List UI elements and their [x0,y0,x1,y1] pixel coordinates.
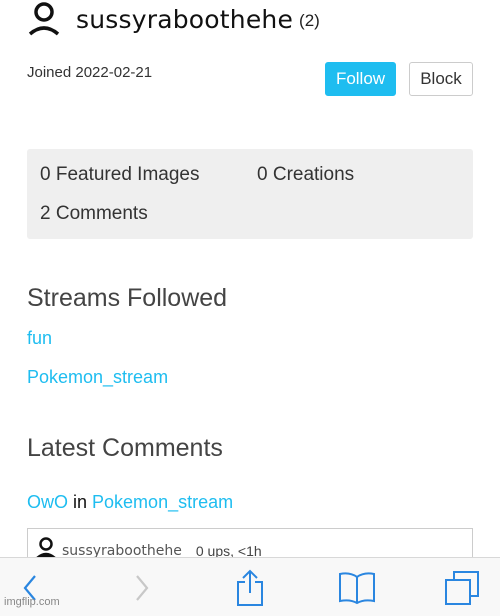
stream-link-pokemon[interactable]: Pokemon_stream [27,367,168,388]
user-count: (2) [299,11,320,30]
comment-title-link[interactable]: OwO [27,492,68,512]
user-icon [28,2,60,36]
follow-button[interactable]: Follow [325,62,396,96]
stat-comments[interactable]: 2 Comments [40,203,148,225]
streams-followed-heading: Streams Followed [27,284,228,312]
comment-connector: in [68,492,93,512]
share-button[interactable] [230,558,270,616]
latest-comments-heading: Latest Comments [27,434,223,462]
comment-stream-link[interactable]: Pokemon_stream [92,492,233,512]
forward-icon [136,574,149,601]
profile-header: sussyraboothehe (2) [28,2,320,36]
comment-title-line: OwO in Pokemon_stream [27,492,233,513]
stats-panel: 0 Featured Images 0 Creations 2 Comments [27,149,473,239]
watermark: imgflip.com [4,596,60,608]
bookmarks-button[interactable] [334,558,380,616]
joined-date: Joined 2022-02-21 [27,64,153,81]
browser-toolbar [0,557,500,616]
block-button[interactable]: Block [409,62,473,96]
username: sussyraboothehe [76,4,294,34]
tabs-icon [445,570,479,605]
stat-creations[interactable]: 0 Creations [257,164,354,186]
tabs-button[interactable] [442,558,482,616]
bookmarks-icon [339,571,375,604]
forward-button[interactable] [122,558,162,616]
share-icon [237,569,263,606]
stream-link-fun[interactable]: fun [27,328,52,349]
stat-featured-images[interactable]: 0 Featured Images [40,164,199,186]
